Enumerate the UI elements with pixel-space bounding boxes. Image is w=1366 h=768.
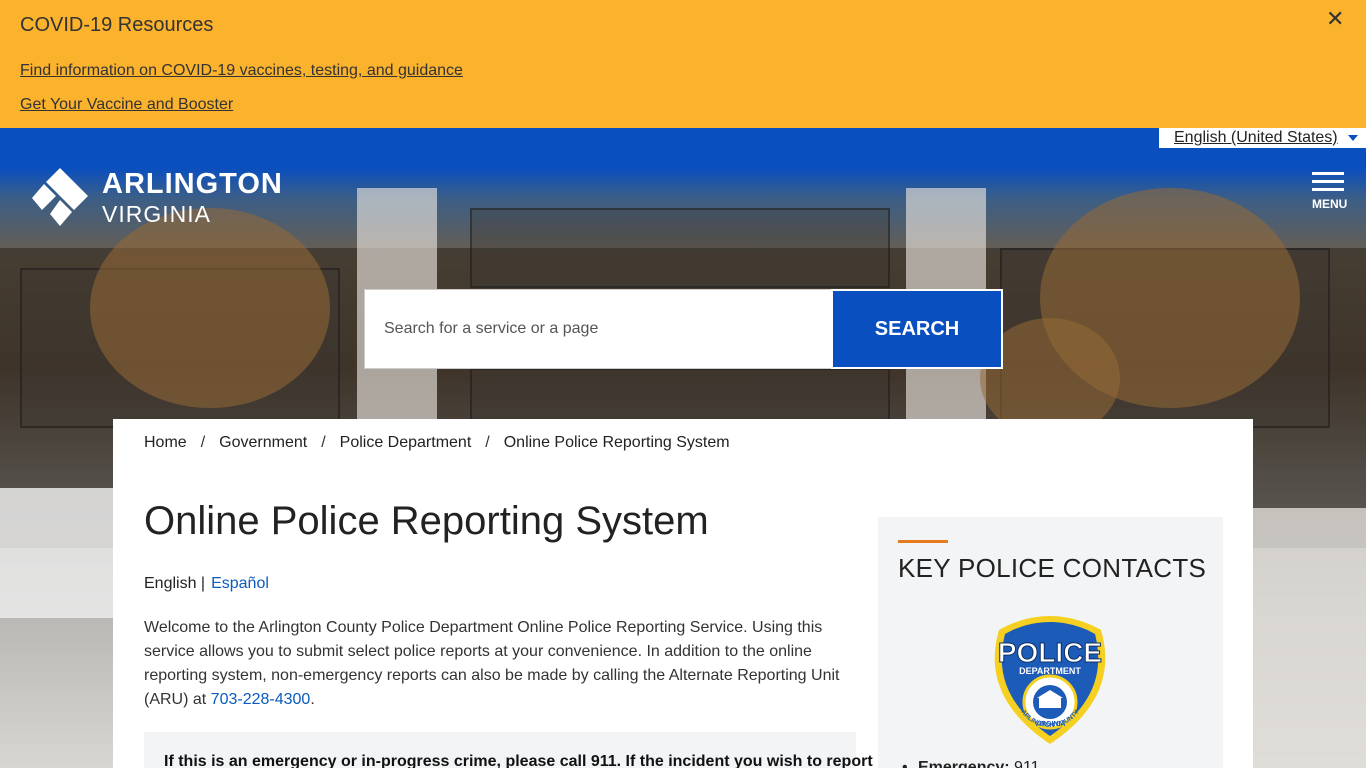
aru-phone-link[interactable]: 703-228-4300 — [211, 691, 311, 708]
breadcrumb-current: Online Police Reporting System — [503, 434, 730, 451]
contact-label: Emergency: — [918, 759, 1010, 768]
alert-title: COVID-19 Resources — [20, 14, 214, 36]
search-input[interactable] — [364, 289, 831, 369]
search-button[interactable]: SEARCH — [831, 289, 1003, 369]
language-selector-label[interactable]: English (United States) — [1174, 129, 1338, 147]
breadcrumb-government[interactable]: Government — [219, 434, 307, 452]
breadcrumb-separator: / — [200, 434, 206, 451]
close-icon[interactable]: ✕ — [1326, 6, 1344, 32]
key-police-contacts-panel: KEY POLICE CONTACTS POLICE DEPARTMENT AR… — [878, 517, 1223, 768]
emergency-notice-text: If this is an emergency or in-progress c… — [164, 753, 873, 768]
arlington-logo[interactable]: ARLINGTON VIRGINIA — [30, 168, 310, 228]
covid-alert-banner: COVID-19 Resources Find information on C… — [0, 0, 1366, 128]
breadcrumb-home[interactable]: Home — [144, 434, 187, 452]
accent-rule — [898, 540, 948, 543]
language-switch: English | Español — [144, 575, 269, 593]
content-card: Home / Government / Police Department / … — [113, 419, 1253, 768]
language-selector[interactable]: English (United States) — [1159, 128, 1366, 148]
intro-paragraph: Welcome to the Arlington County Police D… — [144, 616, 844, 712]
caret-down-icon — [1348, 135, 1358, 141]
alert-link-period: . — [457, 62, 462, 79]
breadcrumb-police-department[interactable]: Police Department — [340, 434, 472, 452]
breadcrumb-separator: / — [321, 434, 326, 451]
police-badge-icon: POLICE DEPARTMENT ARLINGTON COUNTY VIRGI… — [994, 616, 1106, 744]
contact-emergency: Emergency: 911 — [902, 759, 1040, 768]
badge-text-department: DEPARTMENT — [1019, 666, 1081, 676]
contact-value[interactable]: 911 — [1014, 759, 1040, 768]
logo-text-virginia: VIRGINIA — [102, 201, 211, 227]
emergency-notice: If this is an emergency or in-progress c… — [144, 732, 873, 768]
menu-label: MENU — [1312, 197, 1348, 211]
logo-text-arlington: ARLINGTON — [102, 168, 283, 200]
badge-text-virginia: VIRGINIA — [1034, 721, 1065, 728]
site-search: SEARCH — [364, 289, 1003, 369]
page-title: Online Police Reporting System — [144, 499, 709, 543]
menu-button[interactable]: MENU — [1310, 172, 1350, 212]
key-contacts-heading: KEY POLICE CONTACTS — [898, 553, 1207, 583]
language-current: English | — [144, 575, 206, 592]
breadcrumb: Home / Government / Police Department / … — [144, 434, 730, 452]
hamburger-icon — [1312, 172, 1344, 175]
spanish-link[interactable]: Español — [211, 575, 269, 592]
breadcrumb-separator: / — [485, 434, 490, 451]
covid-info-link[interactable]: Find information on COVID-19 vaccines, t… — [20, 62, 463, 80]
badge-text-police: POLICE — [998, 637, 1102, 668]
arlington-diamond-logo-icon — [32, 168, 88, 226]
vaccine-booster-link[interactable]: Get Your Vaccine and Booster — [20, 96, 233, 114]
intro-end: . — [310, 691, 315, 708]
